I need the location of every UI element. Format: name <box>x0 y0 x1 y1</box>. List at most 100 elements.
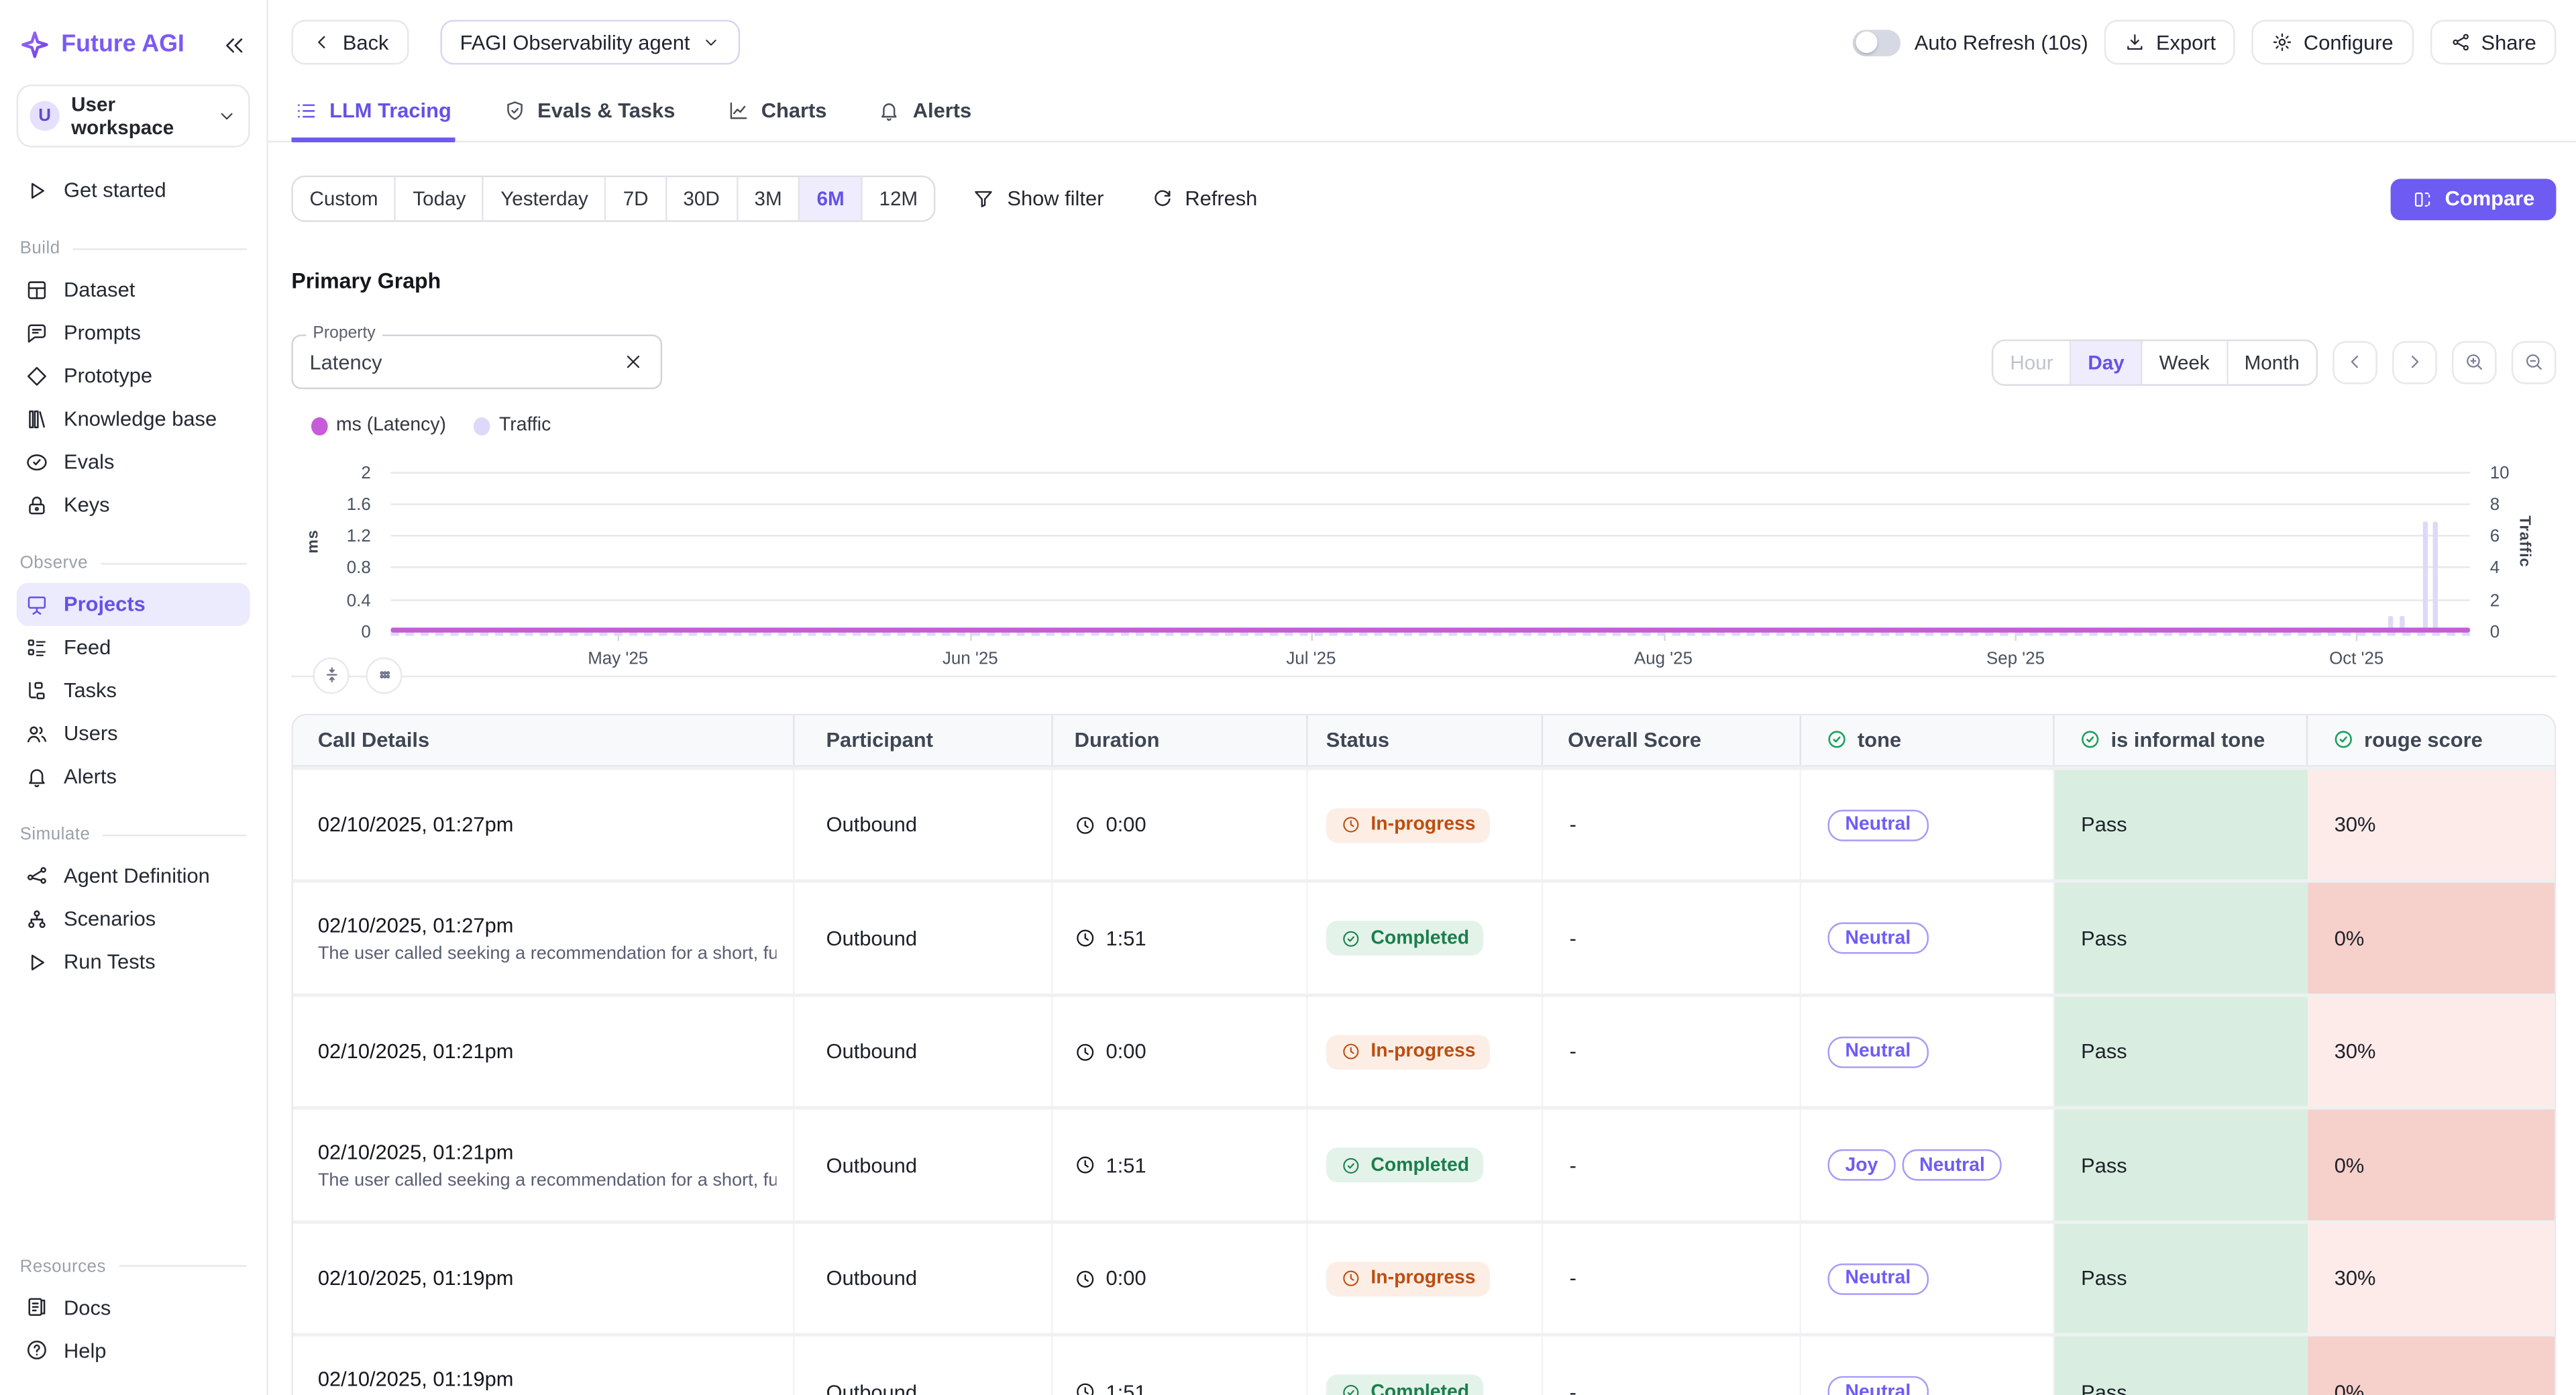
range-30d[interactable]: 30D <box>667 177 738 220</box>
sidebar-item-evals[interactable]: Evals <box>17 440 250 483</box>
sidebar-item-label: Get started <box>64 179 166 203</box>
sidebar-item-label: Agent Definition <box>64 864 210 888</box>
table-row[interactable]: 02/10/2025, 01:27pm Outbound 0:00 In-pro… <box>293 766 2555 880</box>
range-yesterday[interactable]: Yesterday <box>484 177 606 220</box>
range-custom[interactable]: Custom <box>293 177 396 220</box>
chart-plot[interactable]: 000.420.841.261.68210May '25Jun '25Jul '… <box>390 474 2470 632</box>
tab-llm-tracing[interactable]: LLM Tracing <box>291 91 454 143</box>
section-build: Build <box>20 238 247 258</box>
pan-left-button[interactable] <box>2332 340 2377 383</box>
sidebar-item-tasks[interactable]: Tasks <box>17 669 250 712</box>
share-button[interactable]: Share <box>2430 20 2556 65</box>
sidebar-collapse-button[interactable] <box>222 32 247 57</box>
sidebar-item-label: Keys <box>64 493 110 517</box>
range-7d[interactable]: 7D <box>606 177 667 220</box>
pan-right-button[interactable] <box>2392 340 2437 383</box>
status-badge: In-progress <box>1326 1261 1491 1296</box>
col-overall-score[interactable]: Overall Score <box>1543 715 1801 765</box>
sidebar-item-agent-definition[interactable]: Agent Definition <box>17 854 250 897</box>
zoom-in-button[interactable] <box>2452 340 2497 383</box>
duration-cell: 1:51 <box>1053 1337 1308 1395</box>
table-row[interactable]: 02/10/2025, 01:27pm The user called seek… <box>293 880 2555 993</box>
books-icon <box>25 407 49 431</box>
tab-charts[interactable]: Charts <box>723 91 830 143</box>
call-date: 02/10/2025, 01:21pm <box>318 1140 514 1164</box>
clear-property-button[interactable] <box>623 351 644 372</box>
tone-badge: Joy <box>1828 1149 1896 1181</box>
col-status[interactable]: Status <box>1308 715 1543 765</box>
call-date: 02/10/2025, 01:19pm <box>318 1267 514 1290</box>
col-rouge-score[interactable]: rouge score <box>2308 715 2555 765</box>
rouge-score-cell: 0% <box>2308 883 2555 993</box>
sidebar-item-knowledge-base[interactable]: Knowledge base <box>17 397 250 440</box>
show-filter-button[interactable]: Show filter <box>963 185 1114 211</box>
range-today[interactable]: Today <box>396 177 484 220</box>
granularity-month[interactable]: Month <box>2228 340 2316 383</box>
drag-handle-icon[interactable] <box>366 657 402 693</box>
gear-icon <box>2272 32 2294 53</box>
range-3m[interactable]: 3M <box>738 177 800 220</box>
col-duration[interactable]: Duration <box>1053 715 1308 765</box>
col-call-details[interactable]: Call Details <box>293 715 795 765</box>
zoom-out-button[interactable] <box>2512 340 2557 383</box>
configure-button[interactable]: Configure <box>2252 20 2413 65</box>
range-6m[interactable]: 6M <box>800 177 863 220</box>
col-tone[interactable]: tone <box>1801 715 2055 765</box>
graph-controls-row: Property Latency Hour Day Week Month <box>291 335 2556 389</box>
tab-evals-tasks[interactable]: Evals & Tasks <box>499 91 678 143</box>
toggle-off-switch[interactable] <box>1854 29 1902 55</box>
sidebar-item-alerts[interactable]: Alerts <box>17 755 250 798</box>
refresh-button[interactable]: Refresh <box>1140 185 1267 211</box>
back-button[interactable]: Back <box>291 20 409 65</box>
granularity-week[interactable]: Week <box>2143 340 2228 383</box>
range-12m[interactable]: 12M <box>863 177 934 220</box>
sidebar-item-prototype[interactable]: Prototype <box>17 354 250 397</box>
tone-badge: Neutral <box>1828 809 1929 841</box>
project-selector[interactable]: FAGI Observability agent <box>440 20 740 65</box>
auto-refresh-toggle[interactable]: Auto Refresh (10s) <box>1854 29 2088 55</box>
tab-alerts[interactable]: Alerts <box>875 91 975 143</box>
sidebar-item-prompts[interactable]: Prompts <box>17 311 250 354</box>
sidebar-item-docs[interactable]: Docs <box>17 1286 250 1329</box>
property-field[interactable]: Property Latency <box>291 335 662 389</box>
export-button[interactable]: Export <box>2104 20 2235 65</box>
col-participant[interactable]: Participant <box>795 715 1053 765</box>
table-row[interactable]: 02/10/2025, 01:19pm The user called seek… <box>293 1333 2555 1395</box>
sidebar-item-projects[interactable]: Projects <box>17 583 250 626</box>
sidebar-item-label: Evals <box>64 450 114 474</box>
sidebar-item-label: Alerts <box>64 765 117 788</box>
sidebar-item-users[interactable]: Users <box>17 712 250 755</box>
call-date: 02/10/2025, 01:21pm <box>318 1040 514 1064</box>
sidebar-item-feed[interactable]: Feed <box>17 626 250 669</box>
sidebar-item-dataset[interactable]: Dataset <box>17 268 250 311</box>
chevron-down-icon <box>217 106 237 126</box>
sidebar-item-run-tests[interactable]: Run Tests <box>17 941 250 984</box>
axis-swap-button[interactable] <box>313 657 349 693</box>
download-icon <box>2125 32 2146 53</box>
table-row[interactable]: 02/10/2025, 01:21pm The user called seek… <box>293 1106 2555 1220</box>
clock-icon <box>1341 1041 1361 1062</box>
sidebar-item-scenarios[interactable]: Scenarios <box>17 898 250 941</box>
topbar-actions: Auto Refresh (10s) Export Configure Shar… <box>1854 20 2557 65</box>
sidebar-item-help[interactable]: Help <box>17 1329 250 1372</box>
users-icon <box>25 721 49 745</box>
sidebar-item-label: Dataset <box>64 278 135 302</box>
sidebar-item-keys[interactable]: Keys <box>17 484 250 527</box>
app-window: Future AGI U User workspace Get started … <box>0 0 2576 1395</box>
compare-button[interactable]: Compare <box>2390 178 2556 219</box>
granularity-hour[interactable]: Hour <box>1994 340 2072 383</box>
participant-cell: Outbound <box>795 770 1053 880</box>
table-row[interactable]: 02/10/2025, 01:19pm Outbound 0:00 In-pro… <box>293 1220 2555 1333</box>
check-circle-icon <box>1341 928 1361 948</box>
check-oval-icon <box>25 450 49 474</box>
col-is-informal-tone[interactable]: is informal tone <box>2055 715 2308 765</box>
status-badge: Completed <box>1326 921 1484 955</box>
tone-cell: Neutral <box>1801 770 2055 880</box>
traffic-legend-dot <box>474 417 491 435</box>
sidebar-item-get-started[interactable]: Get started <box>17 169 250 212</box>
granularity-day[interactable]: Day <box>2072 340 2143 383</box>
play-icon <box>25 950 49 974</box>
table-row[interactable]: 02/10/2025, 01:21pm Outbound 0:00 In-pro… <box>293 993 2555 1106</box>
workspace-selector[interactable]: U User workspace <box>17 85 250 148</box>
property-field-label: Property <box>307 325 382 343</box>
